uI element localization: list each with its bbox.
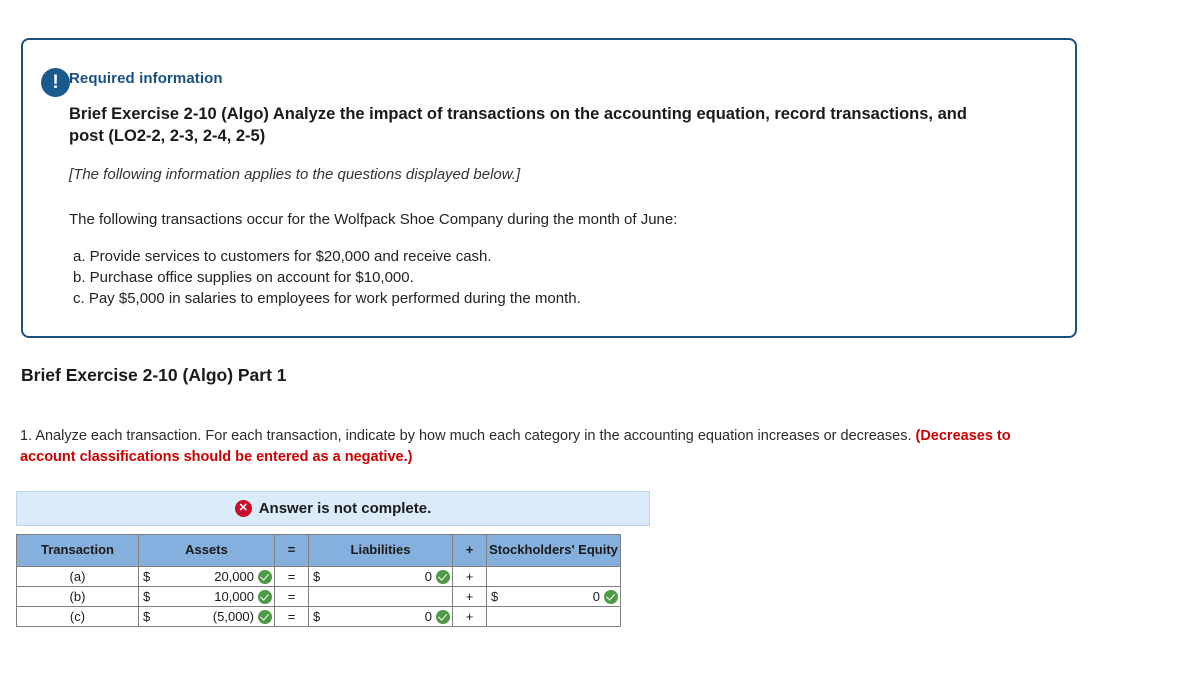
exercise-title: Brief Exercise 2-10 (Algo) Analyze the i… bbox=[69, 105, 967, 146]
check-icon bbox=[436, 569, 450, 584]
assets-input-cell[interactable]: $ (5,000) bbox=[138, 606, 275, 627]
assets-input-cell[interactable]: $ 10,000 bbox=[138, 586, 275, 607]
column-header-transaction: Transaction bbox=[16, 534, 139, 567]
answer-status-banner: ✕ Answer is not complete. bbox=[16, 491, 650, 526]
check-icon bbox=[258, 569, 272, 584]
instruction-main: 1. Analyze each transaction. For each tr… bbox=[20, 428, 916, 444]
table-row: (a) $ 20,000 = $ 0 + bbox=[16, 566, 621, 587]
table-row: (b) $ 10,000 = + $ 0 bbox=[16, 586, 621, 607]
required-information-label: Required information bbox=[69, 70, 223, 87]
equals-sign: = bbox=[274, 586, 309, 607]
list-item: b. Purchase office supplies on account f… bbox=[73, 268, 414, 286]
equals-sign: = bbox=[274, 606, 309, 627]
plus-sign: + bbox=[452, 586, 487, 607]
answer-status-text: Answer is not complete. bbox=[258, 500, 432, 517]
accounting-equation-table: Transaction Assets = Liabilities + Stock… bbox=[16, 534, 621, 627]
transaction-label: (a) bbox=[16, 566, 139, 587]
column-header-liabilities: Liabilities bbox=[308, 534, 453, 567]
column-header-stockholders-equity: Stockholders' Equity bbox=[486, 534, 621, 567]
list-item: c. Pay $5,000 in salaries to employees f… bbox=[73, 290, 581, 308]
error-x-icon: ✕ bbox=[234, 500, 252, 517]
transaction-label: (c) bbox=[16, 606, 139, 627]
table-header-row: Transaction Assets = Liabilities + Stock… bbox=[16, 534, 621, 567]
currency-symbol: $ bbox=[313, 569, 321, 584]
liabilities-input-cell[interactable]: $ 0 bbox=[308, 566, 453, 587]
page-root: ! Required information Brief Exercise 2-… bbox=[0, 0, 1186, 683]
applies-note: [The following information applies to th… bbox=[69, 165, 521, 183]
check-icon bbox=[436, 609, 450, 624]
required-information-body: Required information Brief Exercise 2-10… bbox=[23, 40, 1075, 309]
check-icon bbox=[258, 589, 272, 604]
currency-symbol: $ bbox=[143, 609, 151, 624]
equity-input-cell[interactable] bbox=[486, 606, 621, 627]
currency-symbol: $ bbox=[313, 609, 321, 624]
equity-input-cell[interactable] bbox=[486, 566, 621, 587]
plus-sign: + bbox=[452, 566, 487, 587]
transaction-label: (b) bbox=[16, 586, 139, 607]
assets-value: 10,000 bbox=[214, 589, 254, 604]
column-header-equals: = bbox=[274, 534, 309, 567]
currency-symbol: $ bbox=[491, 589, 499, 604]
required-information-card: ! Required information Brief Exercise 2-… bbox=[21, 38, 1077, 338]
liabilities-input-cell[interactable] bbox=[308, 586, 453, 607]
currency-symbol: $ bbox=[143, 589, 151, 604]
liabilities-input-cell[interactable]: $ 0 bbox=[308, 606, 453, 627]
currency-symbol: $ bbox=[143, 569, 151, 584]
assets-value: 20,000 bbox=[214, 569, 254, 584]
instruction-text: 1. Analyze each transaction. For each tr… bbox=[20, 426, 1030, 469]
column-header-assets: Assets bbox=[138, 534, 275, 567]
check-icon bbox=[258, 609, 272, 624]
transactions-intro: The following transactions occur for the… bbox=[69, 210, 678, 228]
equals-sign: = bbox=[274, 566, 309, 587]
transaction-list: a. Provide services to customers for $20… bbox=[69, 246, 1045, 310]
liabilities-value: 0 bbox=[424, 569, 432, 584]
check-icon bbox=[604, 589, 618, 604]
assets-value: (5,000) bbox=[212, 609, 254, 624]
equity-value: 0 bbox=[592, 589, 600, 604]
column-header-plus: + bbox=[452, 534, 487, 567]
exclamation-icon: ! bbox=[41, 68, 70, 97]
part-heading: Brief Exercise 2-10 (Algo) Part 1 bbox=[21, 365, 287, 385]
plus-sign: + bbox=[452, 606, 487, 627]
equity-input-cell[interactable]: $ 0 bbox=[486, 586, 621, 607]
assets-input-cell[interactable]: $ 20,000 bbox=[138, 566, 275, 587]
liabilities-value: 0 bbox=[424, 609, 432, 624]
list-item: a. Provide services to customers for $20… bbox=[73, 247, 492, 265]
table-row: (c) $ (5,000) = $ 0 + bbox=[16, 606, 621, 627]
